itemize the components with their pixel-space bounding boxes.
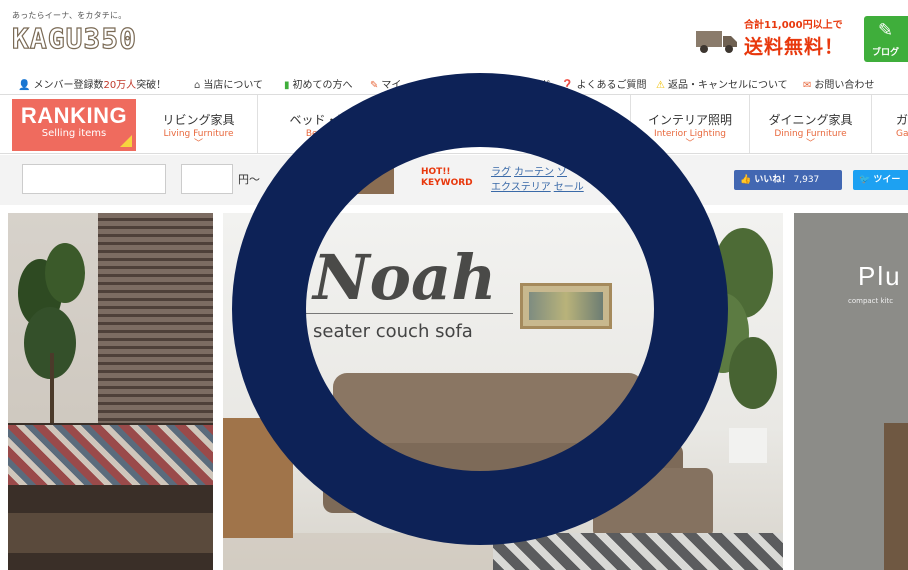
shipping-threshold: 合計11,000円以上で bbox=[744, 20, 843, 31]
twitter-tweet-button[interactable]: 🐦 ツイー bbox=[853, 170, 908, 190]
category-garden-jp: ガ bbox=[896, 113, 908, 127]
warning-icon: ⚠ bbox=[656, 80, 665, 91]
shelf-image bbox=[884, 423, 908, 570]
thumbs-up-icon: 👍 bbox=[740, 175, 752, 185]
chevron-down-icon: ﹀ bbox=[805, 139, 815, 149]
subnav-about-label: 当店について bbox=[203, 80, 264, 91]
blog-button[interactable]: ✎ ブログ bbox=[864, 16, 908, 62]
mail-icon: ✉ bbox=[803, 80, 812, 91]
pencil-icon: ✎ bbox=[370, 80, 379, 91]
category-living-en: Living Furniture bbox=[163, 129, 234, 139]
member-count: 20万人 bbox=[103, 80, 137, 91]
member-prefix: メンバー登録数 bbox=[33, 80, 104, 91]
ranking-title: RANKING bbox=[20, 103, 128, 128]
price-range-separator: 円〜 bbox=[238, 173, 260, 186]
bed-frame-image bbox=[8, 513, 213, 553]
member-suffix: 突破！ bbox=[136, 80, 167, 91]
blinds-image bbox=[98, 213, 213, 443]
min-price-input[interactable] bbox=[181, 164, 233, 194]
free-shipping-label: 送料無料！ bbox=[744, 36, 845, 58]
tweet-label: ツイー bbox=[873, 175, 901, 185]
truck-icon bbox=[696, 31, 737, 53]
category-garden[interactable]: ガ Ga bbox=[872, 95, 908, 153]
subnav-contact[interactable]: ✉ お問い合わせ bbox=[803, 76, 874, 91]
category-living-jp: リビング家具 bbox=[162, 113, 235, 127]
category-garden-en: Ga bbox=[896, 129, 908, 139]
site-logo[interactable]: KAGU350 bbox=[11, 21, 137, 55]
chevron-down-icon: ﹀ bbox=[193, 139, 203, 149]
subnav-contact-label: お問い合わせ bbox=[814, 80, 875, 91]
site-header: あったらイーナ、をカタチに。 KAGU350 合計11,000円以上で 送料無料… bbox=[0, 0, 908, 72]
ranking-subtitle: Selling items bbox=[41, 128, 107, 139]
pencil-icon: ✎ bbox=[878, 20, 894, 41]
subnav-about[interactable]: ⌂ 当店について bbox=[194, 76, 263, 91]
banner-right-title: Plu bbox=[858, 261, 902, 291]
plant-image bbox=[18, 243, 85, 423]
facebook-like-button[interactable]: 👍 いいね！ 7,937 bbox=[734, 170, 842, 190]
facebook-like-label: いいね！ bbox=[754, 175, 791, 185]
house-icon: ⌂ bbox=[194, 80, 201, 91]
corner-triangle-icon bbox=[120, 135, 132, 147]
banner-right-subtitle: compact kitc bbox=[848, 297, 894, 305]
facebook-like-count: 7,937 bbox=[793, 175, 820, 185]
banner-bed[interactable] bbox=[8, 213, 213, 570]
category-dining[interactable]: ダイニング家具 Dining Furniture ﹀ bbox=[750, 95, 872, 153]
subnav-faq[interactable]: ❓ よくあるご質問 bbox=[561, 76, 646, 91]
member-count-notice: 👤 メンバー登録数20万人突破！ bbox=[18, 76, 166, 91]
ring-overlay bbox=[232, 73, 728, 545]
twitter-bird-icon: 🐦 bbox=[859, 175, 871, 185]
keyword-search-input[interactable] bbox=[22, 164, 166, 194]
site-tagline: あったらイーナ、をカタチに。 bbox=[12, 11, 127, 20]
ranking-button[interactable]: RANKING Selling items bbox=[12, 99, 136, 151]
leaf-icon: ▮ bbox=[284, 80, 290, 91]
subnav-returns-label: 返品・キャンセルについて bbox=[667, 80, 788, 91]
members-icon: 👤 bbox=[18, 80, 31, 91]
category-lighting-jp: インテリア照明 bbox=[647, 113, 732, 127]
blog-label: ブログ bbox=[872, 48, 900, 58]
subnav-returns[interactable]: ⚠ 返品・キャンセルについて bbox=[656, 76, 788, 91]
free-shipping-notice: 合計11,000円以上で 送料無料！ bbox=[744, 16, 844, 59]
category-dining-jp: ダイニング家具 bbox=[768, 113, 853, 127]
subnav-faq-label: よくあるご質問 bbox=[576, 80, 647, 91]
category-dining-en: Dining Furniture bbox=[774, 129, 847, 139]
subnav-first-time-label: 初めての方へ bbox=[292, 80, 353, 91]
banner-plus-kitchen[interactable]: Plu compact kitc bbox=[794, 213, 908, 570]
category-living[interactable]: リビング家具 Living Furniture ﹀ bbox=[140, 95, 258, 153]
blanket-image bbox=[8, 425, 213, 485]
subnav-first-time[interactable]: ▮ 初めての方へ bbox=[284, 76, 353, 91]
